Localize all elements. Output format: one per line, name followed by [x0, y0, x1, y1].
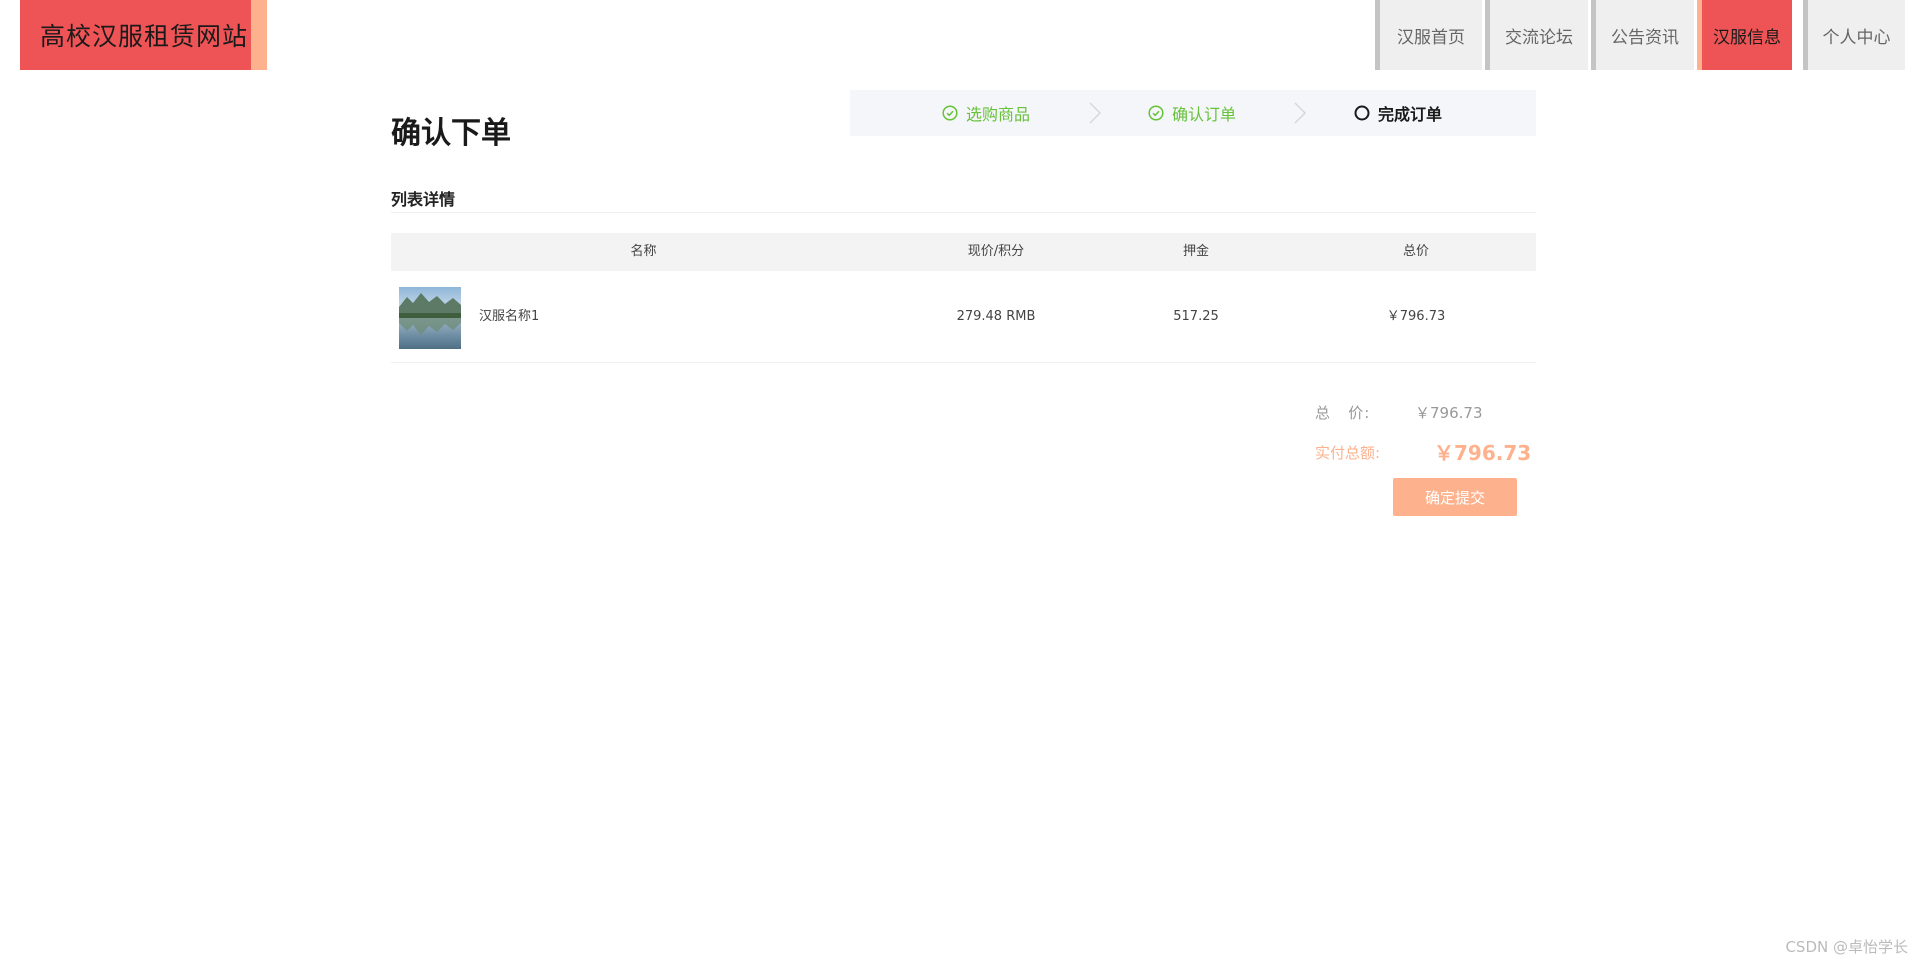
- product-thumbnail[interactable]: [399, 287, 461, 349]
- site-logo[interactable]: 高校汉服租赁网站: [20, 0, 267, 70]
- check-circle-icon: [1148, 105, 1164, 121]
- step-confirm-order: 确认订单: [1148, 90, 1236, 136]
- table-row: 汉服名称1 279.48 RMB 517.25 ￥796.73: [391, 271, 1536, 363]
- actual-payment-label: 实付总额:: [1315, 444, 1381, 462]
- circle-icon: [1354, 105, 1370, 121]
- table-header: 名称 现价/积分 押金 总价: [391, 233, 1536, 271]
- product-deposit: 517.25: [1173, 309, 1219, 324]
- step-label: 选购商品: [966, 105, 1031, 124]
- divider: [391, 212, 1536, 213]
- product-total: ￥796.73: [1386, 309, 1446, 324]
- total-price-value: ￥796.73: [1415, 404, 1483, 422]
- column-header-deposit: 押金: [1182, 244, 1209, 259]
- column-header-total: 总价: [1402, 244, 1429, 259]
- site-title: 高校汉服租赁网站: [40, 22, 249, 51]
- step-select-goods: 选购商品: [942, 90, 1030, 136]
- column-header-name: 名称: [630, 244, 657, 259]
- list-section-title: 列表详情: [391, 190, 456, 209]
- nav-item-forum[interactable]: 交流论坛: [1485, 0, 1588, 70]
- order-steps: 选购商品 确认订单 完成订单: [850, 90, 1536, 136]
- product-name[interactable]: 汉服名称1: [479, 271, 779, 363]
- submit-order-button[interactable]: 确定提交: [1393, 478, 1517, 516]
- watermark: CSDN @卓怡学长: [1785, 938, 1908, 956]
- actual-payment-value: ￥796.73: [1434, 441, 1532, 465]
- total-price-label: 总 价:: [1315, 404, 1371, 422]
- landscape-image: [399, 287, 461, 349]
- nav-item-personal-center[interactable]: 个人中心: [1803, 0, 1905, 70]
- check-circle-icon: [942, 105, 958, 121]
- step-complete-order: 完成订单: [1354, 90, 1442, 136]
- column-header-price: 现价/积分: [967, 244, 1025, 259]
- chevron-right-icon: [1294, 102, 1307, 124]
- step-label: 完成订单: [1378, 105, 1443, 124]
- page-title: 确认下单: [391, 116, 511, 151]
- step-label: 确认订单: [1172, 105, 1237, 124]
- nav-item-hanfu-info[interactable]: 汉服信息: [1697, 0, 1792, 70]
- nav-item-announcements[interactable]: 公告资讯: [1591, 0, 1694, 70]
- chevron-right-icon: [1089, 102, 1102, 124]
- nav-item-home[interactable]: 汉服首页: [1375, 0, 1482, 70]
- product-price: 279.48 RMB: [956, 309, 1036, 324]
